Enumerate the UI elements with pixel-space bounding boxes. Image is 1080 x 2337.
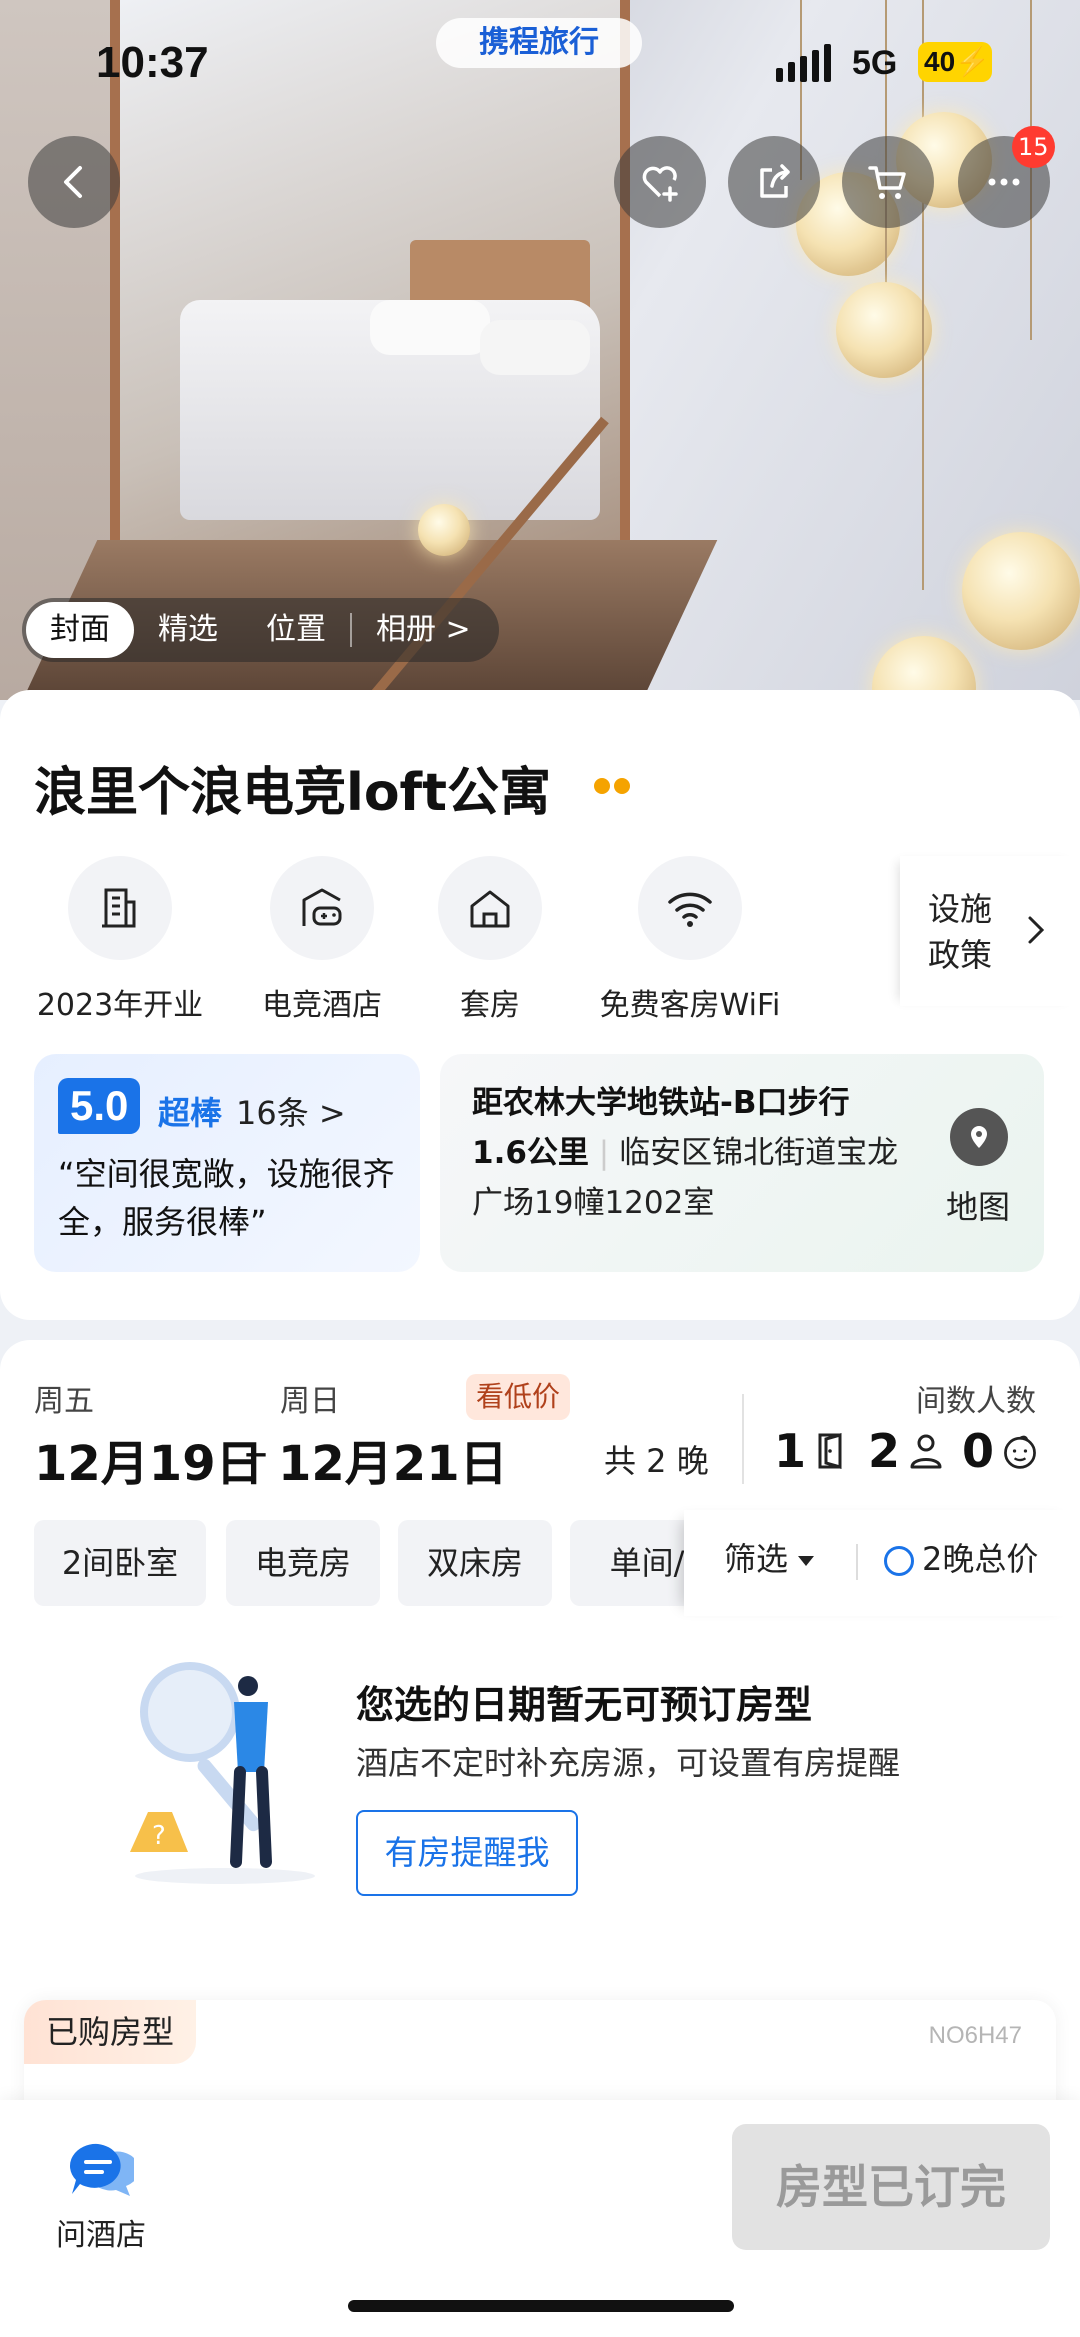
date-dash: –: [244, 1424, 268, 1480]
divider: [742, 1394, 744, 1484]
gallery-tab-cover[interactable]: 封面: [26, 602, 134, 658]
child-count: 0: [962, 1424, 995, 1478]
chip-twin-room[interactable]: 双床房: [398, 1520, 552, 1606]
facility-opened[interactable]: 2023年开业: [20, 856, 220, 1024]
facility-label: 套房: [460, 988, 520, 1023]
gallery-tabs: 封面 精选 位置 相册 >: [22, 598, 499, 662]
review-quote: “空间很宽敞，设施很齐全，服务很棒”: [58, 1155, 395, 1241]
notify-me-button[interactable]: 有房提醒我: [356, 1810, 578, 1896]
home-indicator: [348, 2300, 734, 2312]
facility-label: 2023年开业: [36, 988, 204, 1023]
location-card[interactable]: 距农林大学地铁站-B口步行 1.6公里 | 临安区锦北街道宝龙广场19幢1202…: [440, 1054, 1044, 1272]
review-count-link[interactable]: 16条 >: [236, 1088, 346, 1134]
signal-icon: [776, 44, 831, 82]
status-bar: 10:37 携程旅行 5G 40⚡: [0, 0, 1080, 120]
gallery-tab-album[interactable]: 相册 >: [352, 602, 495, 658]
checkout-date[interactable]: 12月21日: [278, 1424, 508, 1494]
building-icon: [68, 856, 172, 960]
location-text: 距农林大学地铁站-B口步行 1.6公里 | 临安区锦北街道宝龙广场19幢1202…: [472, 1085, 899, 1221]
photo-pillow: [370, 300, 490, 355]
network-type: 5G: [852, 44, 898, 82]
rating-card[interactable]: 5.0 超棒 16条 > “空间很宽敞，设施很齐全，服务很棒”: [34, 1054, 420, 1272]
nights-count: 共 2 晚: [604, 1442, 709, 1480]
guests-selector[interactable]: 1 2 0: [774, 1424, 1056, 1478]
back-arrow-icon: [64, 166, 82, 198]
chip-esports-room[interactable]: 电竞房: [226, 1520, 380, 1606]
sold-out-button[interactable]: 房型已订完: [732, 2124, 1050, 2250]
facility-suite[interactable]: 套房: [390, 856, 590, 1024]
gallery-tab-featured[interactable]: 精选: [134, 602, 242, 658]
hero-photo[interactable]: 10:37 携程旅行 5G 40⚡ 15 封面 精选 位置 相册 >: [0, 0, 1080, 700]
gamepad-hotel-icon: [270, 856, 374, 960]
pendant-lamp: [962, 532, 1080, 650]
room-count: 1: [774, 1424, 807, 1478]
hotel-name: 浪里个浪电竞loft公寓: [34, 763, 552, 823]
pendant-lamp: [836, 282, 932, 378]
favorite-button[interactable]: [614, 136, 706, 228]
back-button[interactable]: [28, 136, 120, 228]
status-time: 10:37: [96, 38, 209, 87]
empty-state-title: 您选的日期暂无可预订房型: [356, 1683, 813, 1727]
share-icon: [760, 164, 790, 198]
map-pin-icon: [950, 1108, 1008, 1166]
adult-icon: [910, 1434, 942, 1469]
pendant-lamp-reflection: [418, 504, 470, 556]
hotel-info-card: 浪里个浪电竞loft公寓 2023年开业 电竞酒店 套房 免费客房WiFi 设施…: [0, 690, 1080, 1320]
share-button[interactable]: [728, 136, 820, 228]
child-icon: [1004, 1435, 1036, 1469]
divider: [856, 1544, 858, 1580]
chevron-right-icon: [1028, 916, 1045, 944]
empty-search-illustration: ?: [130, 1662, 315, 1884]
purchased-room-tag: 已购房型: [24, 2000, 197, 2064]
ask-hotel-button[interactable]: 问酒店: [50, 2140, 152, 2254]
filter-bar: 筛选 2晚总价: [684, 1510, 1080, 1616]
cart-count-badge: 15: [1012, 126, 1055, 168]
door-icon: [818, 1433, 842, 1469]
svg-text:?: ?: [152, 1821, 166, 1851]
hotel-level-dots: [594, 778, 634, 798]
ask-hotel-label: 问酒店: [56, 2218, 146, 2253]
photo-pillow: [480, 320, 590, 375]
heart-plus-icon: [642, 166, 678, 202]
checkin-day: 周五: [34, 1384, 94, 1419]
brand-logo: 携程旅行: [436, 18, 642, 68]
facilities-policy-link[interactable]: 设施 政策: [900, 856, 1080, 1006]
rating-word: 超棒: [158, 1094, 223, 1132]
low-price-tag[interactable]: 看低价: [466, 1374, 571, 1420]
facilities-policy-label: 设施 政策: [928, 890, 993, 974]
filter-button[interactable]: 筛选: [724, 1534, 815, 1580]
cart-button[interactable]: [842, 136, 934, 228]
guests-label: 间数人数: [916, 1384, 1036, 1419]
empty-state-desc: 酒店不定时补充房源，可设置有房提醒: [356, 1744, 901, 1782]
facility-wifi[interactable]: 免费客房WiFi: [590, 856, 790, 1024]
map-link[interactable]: 地图: [946, 1182, 1010, 1228]
total-price-radio[interactable]: [884, 1546, 914, 1576]
chat-bubble-icon: [69, 2143, 140, 2196]
location-prefix: 距农林大学地铁站-B口步行: [472, 1085, 850, 1121]
house-icon: [438, 856, 542, 960]
chip-two-bedrooms[interactable]: 2间卧室: [34, 1520, 206, 1606]
facility-label: 免费客房WiFi: [599, 988, 781, 1023]
checkin-date[interactable]: 12月19日: [34, 1424, 264, 1494]
adult-count: 2: [868, 1424, 901, 1478]
cart-icon: [868, 166, 906, 199]
rating-score: 5.0: [58, 1078, 141, 1134]
battery-icon: 40⚡: [918, 42, 992, 82]
total-price-label[interactable]: 2晚总价: [922, 1534, 1038, 1580]
gallery-tab-location[interactable]: 位置: [242, 602, 350, 658]
checkout-day: 周日: [280, 1384, 340, 1419]
more-dots-icon: [988, 178, 1020, 186]
caret-down-icon: [798, 1556, 815, 1566]
wifi-icon: [638, 856, 742, 960]
location-distance: 1.6公里: [472, 1135, 589, 1171]
page-code: NO6H47: [928, 2022, 1022, 2049]
battery-level: 40: [924, 46, 956, 77]
